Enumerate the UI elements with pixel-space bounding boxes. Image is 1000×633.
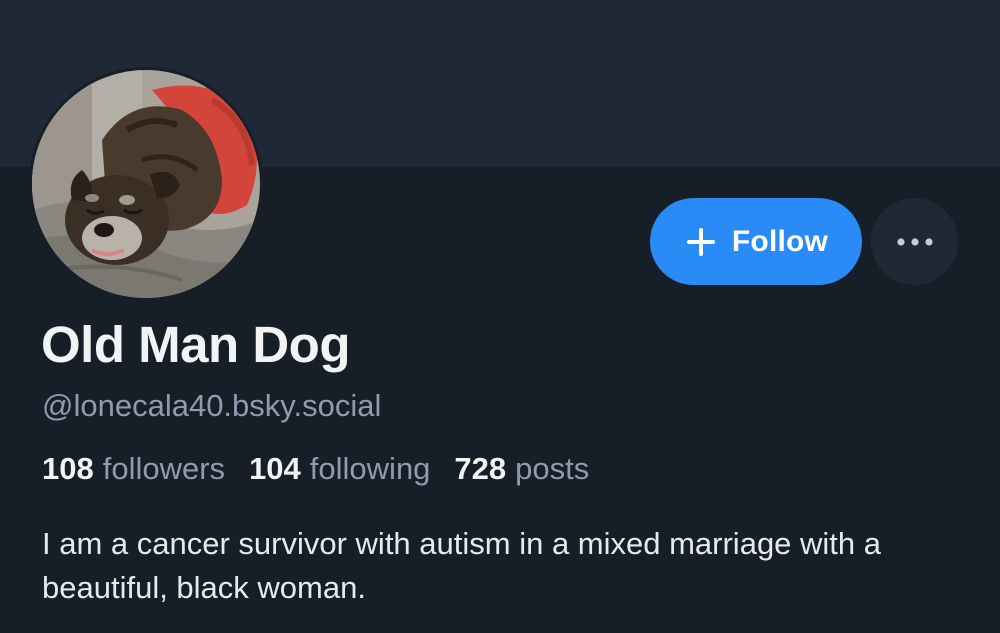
display-name: Old Man Dog (41, 316, 350, 373)
more-options-button[interactable] (871, 198, 958, 285)
followers-count: 108 (42, 451, 94, 486)
following-label: following (309, 451, 431, 486)
follow-button-label: Follow (731, 224, 829, 258)
profile-bio: I am a cancer survivor with autism in a … (42, 526, 882, 605)
avatar[interactable] (29, 67, 263, 301)
profile-handle: @lonecala40.bsky.social (42, 388, 382, 423)
posts-count: 728 (454, 451, 507, 486)
posts-stat: 728 posts (454, 449, 589, 489)
following-count: 104 (249, 451, 301, 486)
followers-stat[interactable]: 108 followers (42, 449, 225, 489)
profile-stats: 108 followers 104 following 728 posts (42, 449, 613, 489)
followers-label: followers (102, 451, 226, 486)
ellipsis-icon (896, 237, 933, 246)
plus-icon (686, 227, 715, 256)
avatar-image (32, 70, 260, 298)
follow-button[interactable]: Follow (650, 198, 862, 285)
following-stat[interactable]: 104 following (249, 449, 430, 489)
posts-label: posts (515, 451, 590, 486)
